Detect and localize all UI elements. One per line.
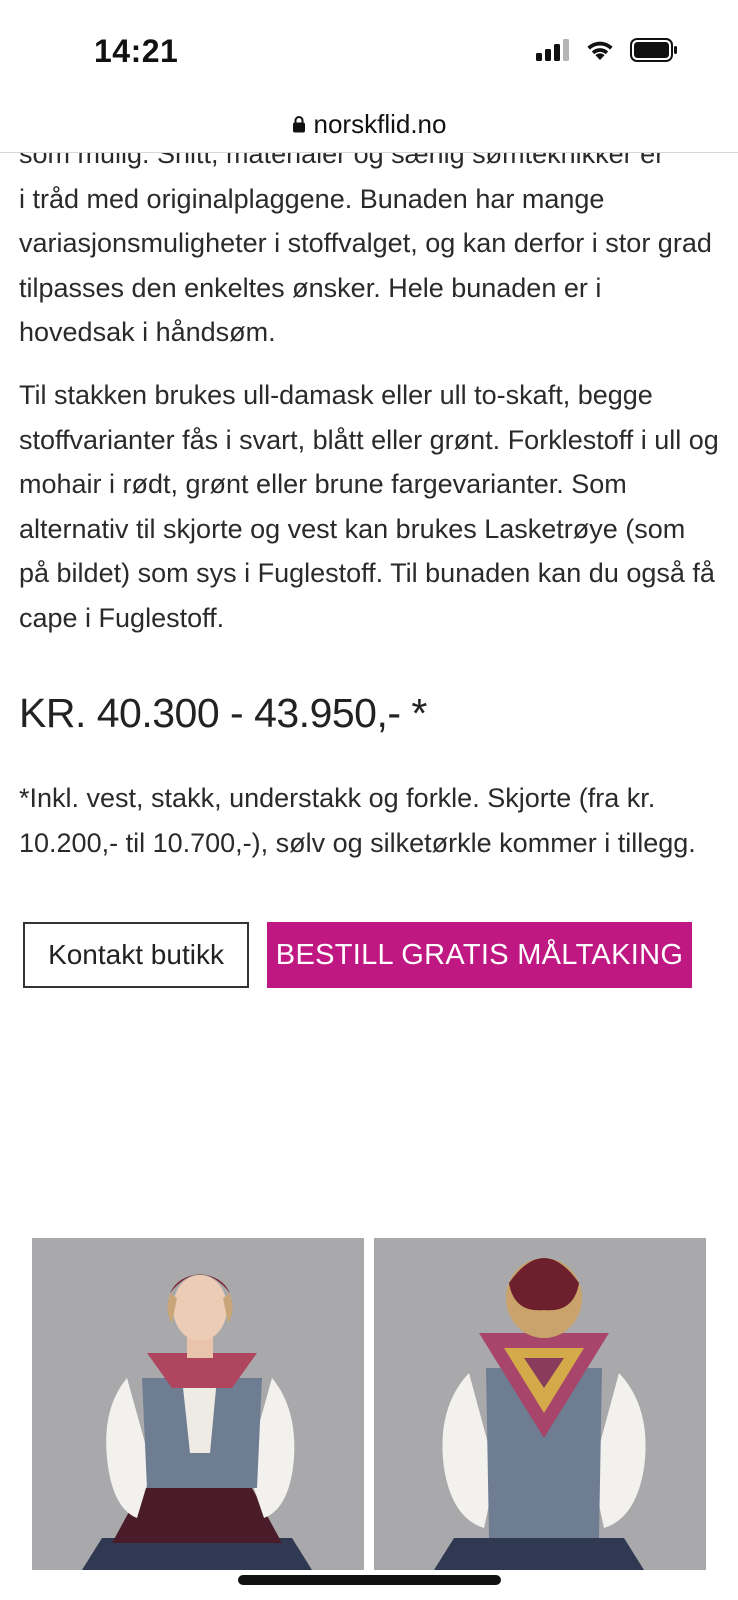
product-description: som mulig. Snitt, materialer og særlig s… [19, 132, 720, 659]
product-photo-front[interactable] [32, 1238, 364, 1570]
contact-store-button[interactable]: Kontakt butikk [23, 922, 249, 988]
description-paragraph-1: i tråd med originalplaggene. Bunaden har… [19, 183, 712, 348]
browser-url-bar[interactable]: norskflid.no [0, 100, 738, 153]
home-indicator[interactable] [238, 1575, 501, 1585]
price-note: *Inkl. vest, stakk, understakk og forkle… [19, 783, 696, 858]
signal-icon [536, 39, 569, 61]
battery-icon [630, 38, 677, 62]
book-measurement-button[interactable]: BESTILL GRATIS MÅLTAKING [267, 922, 692, 988]
status-icons [536, 38, 678, 62]
lock-icon [292, 116, 305, 133]
product-photo-back[interactable] [374, 1238, 706, 1570]
url-text: norskflid.no [313, 108, 447, 139]
status-time: 14:21 [94, 33, 179, 69]
costume-back-image [374, 1238, 706, 1570]
costume-front-image [32, 1238, 364, 1570]
status-bar: 14:21 [0, 0, 738, 100]
description-paragraph-2: Til stakken brukes ull-damask eller ull … [19, 379, 719, 633]
wifi-icon [587, 41, 613, 60]
price-range: KR. 40.300 - 43.950,- * [19, 690, 427, 736]
